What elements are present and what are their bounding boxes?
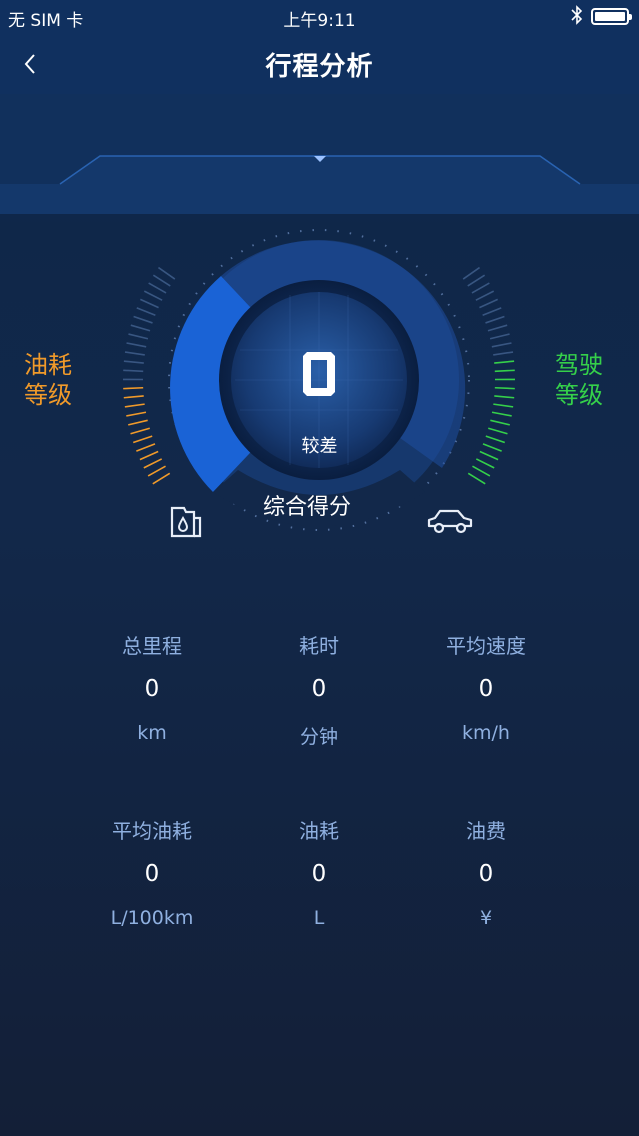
tick-mark xyxy=(493,403,514,408)
tick-mark xyxy=(143,290,163,301)
tick-mark xyxy=(491,342,512,348)
tick-mark xyxy=(485,315,505,324)
tick-mark xyxy=(147,465,166,477)
tick-mark xyxy=(490,419,510,426)
stat-unit: ¥ xyxy=(479,907,493,929)
car-icon xyxy=(427,509,473,534)
page-title: 行程分析 xyxy=(265,52,374,82)
tick-mark xyxy=(467,274,486,287)
stat-value: 0 xyxy=(478,676,494,702)
tick-mark xyxy=(475,290,495,301)
tick-mark xyxy=(143,458,163,469)
fuel-level-label: 油耗 等级 xyxy=(24,351,72,409)
tick-mark xyxy=(462,266,481,280)
tick-mark xyxy=(124,351,145,356)
status-bar: 无 SIM 卡 上午9:11 xyxy=(0,0,639,34)
score-title: 综合得分 xyxy=(262,495,351,520)
tick-mark xyxy=(467,472,486,485)
tick-mark xyxy=(491,411,512,417)
bluetooth-icon xyxy=(571,5,583,30)
tick-mark xyxy=(487,324,508,332)
nav-bar: 行程分析 xyxy=(0,34,639,94)
stat-value: 0 xyxy=(478,861,494,887)
tick-mark xyxy=(123,386,144,390)
tick-mark xyxy=(130,324,151,332)
tick-mark xyxy=(128,419,148,426)
tick-mark xyxy=(493,351,514,356)
tick-mark xyxy=(482,307,502,316)
tick-mark xyxy=(472,465,491,477)
stat-avg-speed: 平均速度 0 km/h xyxy=(386,630,586,744)
tick-mark xyxy=(126,411,147,417)
battery-icon xyxy=(591,8,632,25)
tick-mark xyxy=(471,282,490,294)
tick-mark xyxy=(123,360,144,364)
tick-mark xyxy=(126,342,147,348)
header-decoration xyxy=(0,94,639,214)
stat-unit: km/h xyxy=(462,722,510,744)
stat-fuel-cost: 油费 0 ¥ xyxy=(386,815,586,929)
tick-mark xyxy=(494,395,515,399)
tick-mark xyxy=(157,266,176,280)
drive-level-label: 驾驶 等级 xyxy=(555,351,603,409)
tick-mark xyxy=(136,307,156,316)
tick-mark xyxy=(124,403,145,408)
tick-mark xyxy=(489,333,510,340)
stat-label: 油费 xyxy=(466,819,506,843)
tick-mark xyxy=(494,369,515,373)
tick-mark xyxy=(479,298,498,309)
tick-mark xyxy=(123,395,144,399)
tick-mark xyxy=(128,333,149,340)
tick-mark xyxy=(494,386,515,390)
status-time: 上午9:11 xyxy=(283,11,356,31)
tick-mark xyxy=(123,369,144,373)
tick-mark xyxy=(494,360,515,364)
stat-label: 平均速度 xyxy=(446,634,526,658)
tick-mark xyxy=(133,315,153,324)
score-status: 较差 xyxy=(301,436,338,457)
tick-mark xyxy=(148,282,167,294)
tick-mark xyxy=(152,274,171,287)
score-digit-icon xyxy=(303,352,335,396)
fuel-can-icon xyxy=(170,506,202,538)
tick-mark xyxy=(475,458,495,469)
tick-mark xyxy=(140,298,159,309)
tick-mark xyxy=(152,472,171,485)
